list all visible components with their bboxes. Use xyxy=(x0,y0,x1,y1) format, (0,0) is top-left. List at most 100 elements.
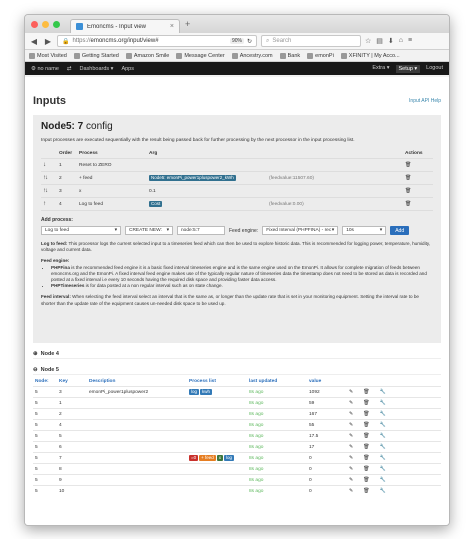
edit-icon[interactable]: ✎ xyxy=(349,389,353,395)
create-new-select[interactable]: CREATE NEW: ▾ xyxy=(125,226,173,235)
bookmark-item[interactable]: Message Center xyxy=(176,52,225,59)
nav-setup[interactable]: Setup ▾ xyxy=(395,64,421,73)
wrench-icon[interactable]: 🔧 xyxy=(380,389,386,395)
trash-icon[interactable]: 🗑 xyxy=(403,184,433,198)
move-up-down-icon[interactable]: ↑↓ xyxy=(41,184,57,198)
wrench-icon[interactable]: 🔧 xyxy=(380,444,386,450)
move-down-icon[interactable]: ↓ xyxy=(41,158,57,172)
maximize-window-button[interactable] xyxy=(53,20,60,28)
bookmark-item[interactable]: Ancestry.com xyxy=(231,52,273,59)
input-description[interactable] xyxy=(87,463,187,475)
search-input[interactable]: ⌕ Search xyxy=(261,35,361,47)
menu-icon[interactable]: ≡ xyxy=(408,37,412,45)
zoom-indicator[interactable]: 90% xyxy=(229,38,244,44)
wrench-icon[interactable]: 🔧 xyxy=(380,466,386,472)
edit-icon[interactable]: ✎ xyxy=(349,433,353,439)
reload-icon[interactable]: ↻ xyxy=(247,38,252,45)
move-up-icon[interactable]: ↑ xyxy=(41,197,57,211)
wrench-icon[interactable]: 🔧 xyxy=(380,488,386,494)
input-description[interactable] xyxy=(87,397,187,409)
edit-icon[interactable]: ✎ xyxy=(349,411,353,417)
node-5-header[interactable]: ⊖ Node 5 xyxy=(33,365,441,375)
edit-icon[interactable]: ✎ xyxy=(349,400,353,406)
input-row[interactable]: 5 10 8s ago 0 ✎ 🗑 🔧 xyxy=(33,485,441,496)
edit-icon[interactable]: ✎ xyxy=(349,466,353,472)
feed-engine-select[interactable]: Fixed Interval (PHPFINA) - rec ▾ xyxy=(262,226,339,235)
wrench-icon[interactable]: 🔧 xyxy=(380,422,386,428)
input-description[interactable] xyxy=(87,408,187,420)
input-description[interactable] xyxy=(87,430,187,442)
input-api-help-link[interactable]: Input API Help xyxy=(409,98,441,104)
input-row[interactable]: 5 9 8s ago 0 ✎ 🗑 🔧 xyxy=(33,474,441,486)
wrench-icon[interactable]: 🔧 xyxy=(380,433,386,439)
trash-icon[interactable]: 🗑 xyxy=(363,422,369,428)
input-row[interactable]: 5 5 8s ago 17.5 ✎ 🗑 🔧 xyxy=(33,430,441,442)
move-up-down-icon[interactable]: ↑↓ xyxy=(41,171,57,185)
new-tab-button[interactable]: + xyxy=(185,19,190,29)
input-row[interactable]: 5 1 8s ago 59 ✎ 🗑 🔧 xyxy=(33,397,441,409)
nav-dashboards[interactable]: Dashboards ▾ xyxy=(79,66,113,72)
bookmark-item[interactable]: Amazon Smile xyxy=(125,52,169,59)
nav-apps[interactable]: Apps xyxy=(121,66,134,72)
back-arrow-icon[interactable]: ◀ xyxy=(29,37,39,46)
input-row[interactable]: 5 6 8s ago 17 ✎ 🗑 🔧 xyxy=(33,441,441,453)
minimize-window-button[interactable] xyxy=(42,20,49,28)
wrench-icon[interactable]: 🔧 xyxy=(380,455,386,461)
bookmark-item[interactable]: XFINITY | My Acco... xyxy=(340,52,400,59)
bookmark-item[interactable]: Getting Started xyxy=(73,52,119,59)
input-row[interactable]: 5 7 =0 + feed x log 8s ago 0 ✎ 🗑 🔧 xyxy=(33,452,441,464)
star-icon[interactable]: ☆ xyxy=(365,37,371,45)
trash-icon[interactable]: 🗑 xyxy=(363,466,369,472)
edit-icon[interactable]: ✎ xyxy=(349,488,353,494)
input-row[interactable]: 5 4 8s ago 55 ✎ 🗑 🔧 xyxy=(33,419,441,431)
wrench-icon[interactable]: 🔧 xyxy=(380,400,386,406)
reading-list-icon[interactable]: ▤ xyxy=(376,37,383,45)
input-description[interactable]: emonPi_power1pluspower2 xyxy=(87,386,187,398)
nav-extra[interactable]: Extra ▾ xyxy=(372,65,389,73)
trash-icon[interactable]: 🗑 xyxy=(363,411,369,417)
bookmark-folder[interactable]: emonPi xyxy=(307,52,334,59)
trash-icon[interactable]: 🗑 xyxy=(403,158,433,172)
process-select[interactable]: Log to feed ▾ xyxy=(41,226,121,235)
trash-icon[interactable]: 🗑 xyxy=(403,197,433,211)
trash-icon[interactable]: 🗑 xyxy=(363,400,369,406)
interval-select[interactable]: 10s ▾ xyxy=(342,226,387,235)
edit-icon[interactable]: ✎ xyxy=(349,422,353,428)
user-menu[interactable]: ⚙ no name xyxy=(31,66,59,72)
forward-arrow-icon[interactable]: ▶ xyxy=(43,37,53,46)
trash-icon[interactable]: 🗑 xyxy=(363,477,369,483)
input-description[interactable] xyxy=(87,419,187,431)
address-bar[interactable]: 🔒 https://emoncms.org/input/view# 90% ↻ xyxy=(57,35,257,47)
home-icon[interactable]: ⌂ xyxy=(399,37,403,45)
close-window-button[interactable] xyxy=(31,20,38,28)
edit-icon[interactable]: ✎ xyxy=(349,477,353,483)
bookmark-item[interactable]: Most Visited xyxy=(29,52,67,59)
input-icon[interactable]: ⇄ xyxy=(67,66,72,72)
node-4-header[interactable]: ⊕ Node 4 xyxy=(33,349,441,359)
browser-tab[interactable]: Emoncms - Input view × xyxy=(70,19,180,33)
close-tab-icon[interactable]: × xyxy=(170,23,174,30)
add-button[interactable]: Add xyxy=(390,226,410,235)
trash-icon[interactable]: 🗑 xyxy=(363,455,369,461)
input-description[interactable] xyxy=(87,452,187,464)
nav-logout[interactable]: Logout xyxy=(426,65,443,73)
input-process-list xyxy=(187,441,247,453)
input-row[interactable]: 5 2 8s ago 167 ✎ 🗑 🔧 xyxy=(33,408,441,420)
download-icon[interactable]: ⬇ xyxy=(388,37,394,45)
trash-icon[interactable]: 🗑 xyxy=(403,171,433,185)
input-row[interactable]: 5 3 emonPi_power1pluspower2 log kwh 8s ago 109… xyxy=(33,386,441,398)
bookmark-folder[interactable]: Bank xyxy=(279,52,300,59)
trash-icon[interactable]: 🗑 xyxy=(363,488,369,494)
edit-icon[interactable]: ✎ xyxy=(349,444,353,450)
trash-icon[interactable]: 🗑 xyxy=(363,433,369,439)
trash-icon[interactable]: 🗑 xyxy=(363,444,369,450)
input-description[interactable] xyxy=(87,441,187,453)
input-description[interactable] xyxy=(87,485,187,496)
wrench-icon[interactable]: 🔧 xyxy=(380,411,386,417)
edit-icon[interactable]: ✎ xyxy=(349,455,353,461)
wrench-icon[interactable]: 🔧 xyxy=(380,477,386,483)
trash-icon[interactable]: 🗑 xyxy=(363,389,369,395)
input-row[interactable]: 5 8 8s ago 0 ✎ 🗑 🔧 xyxy=(33,463,441,475)
input-description[interactable] xyxy=(87,474,187,486)
feed-name-input[interactable]: node:5:7 xyxy=(177,226,225,235)
